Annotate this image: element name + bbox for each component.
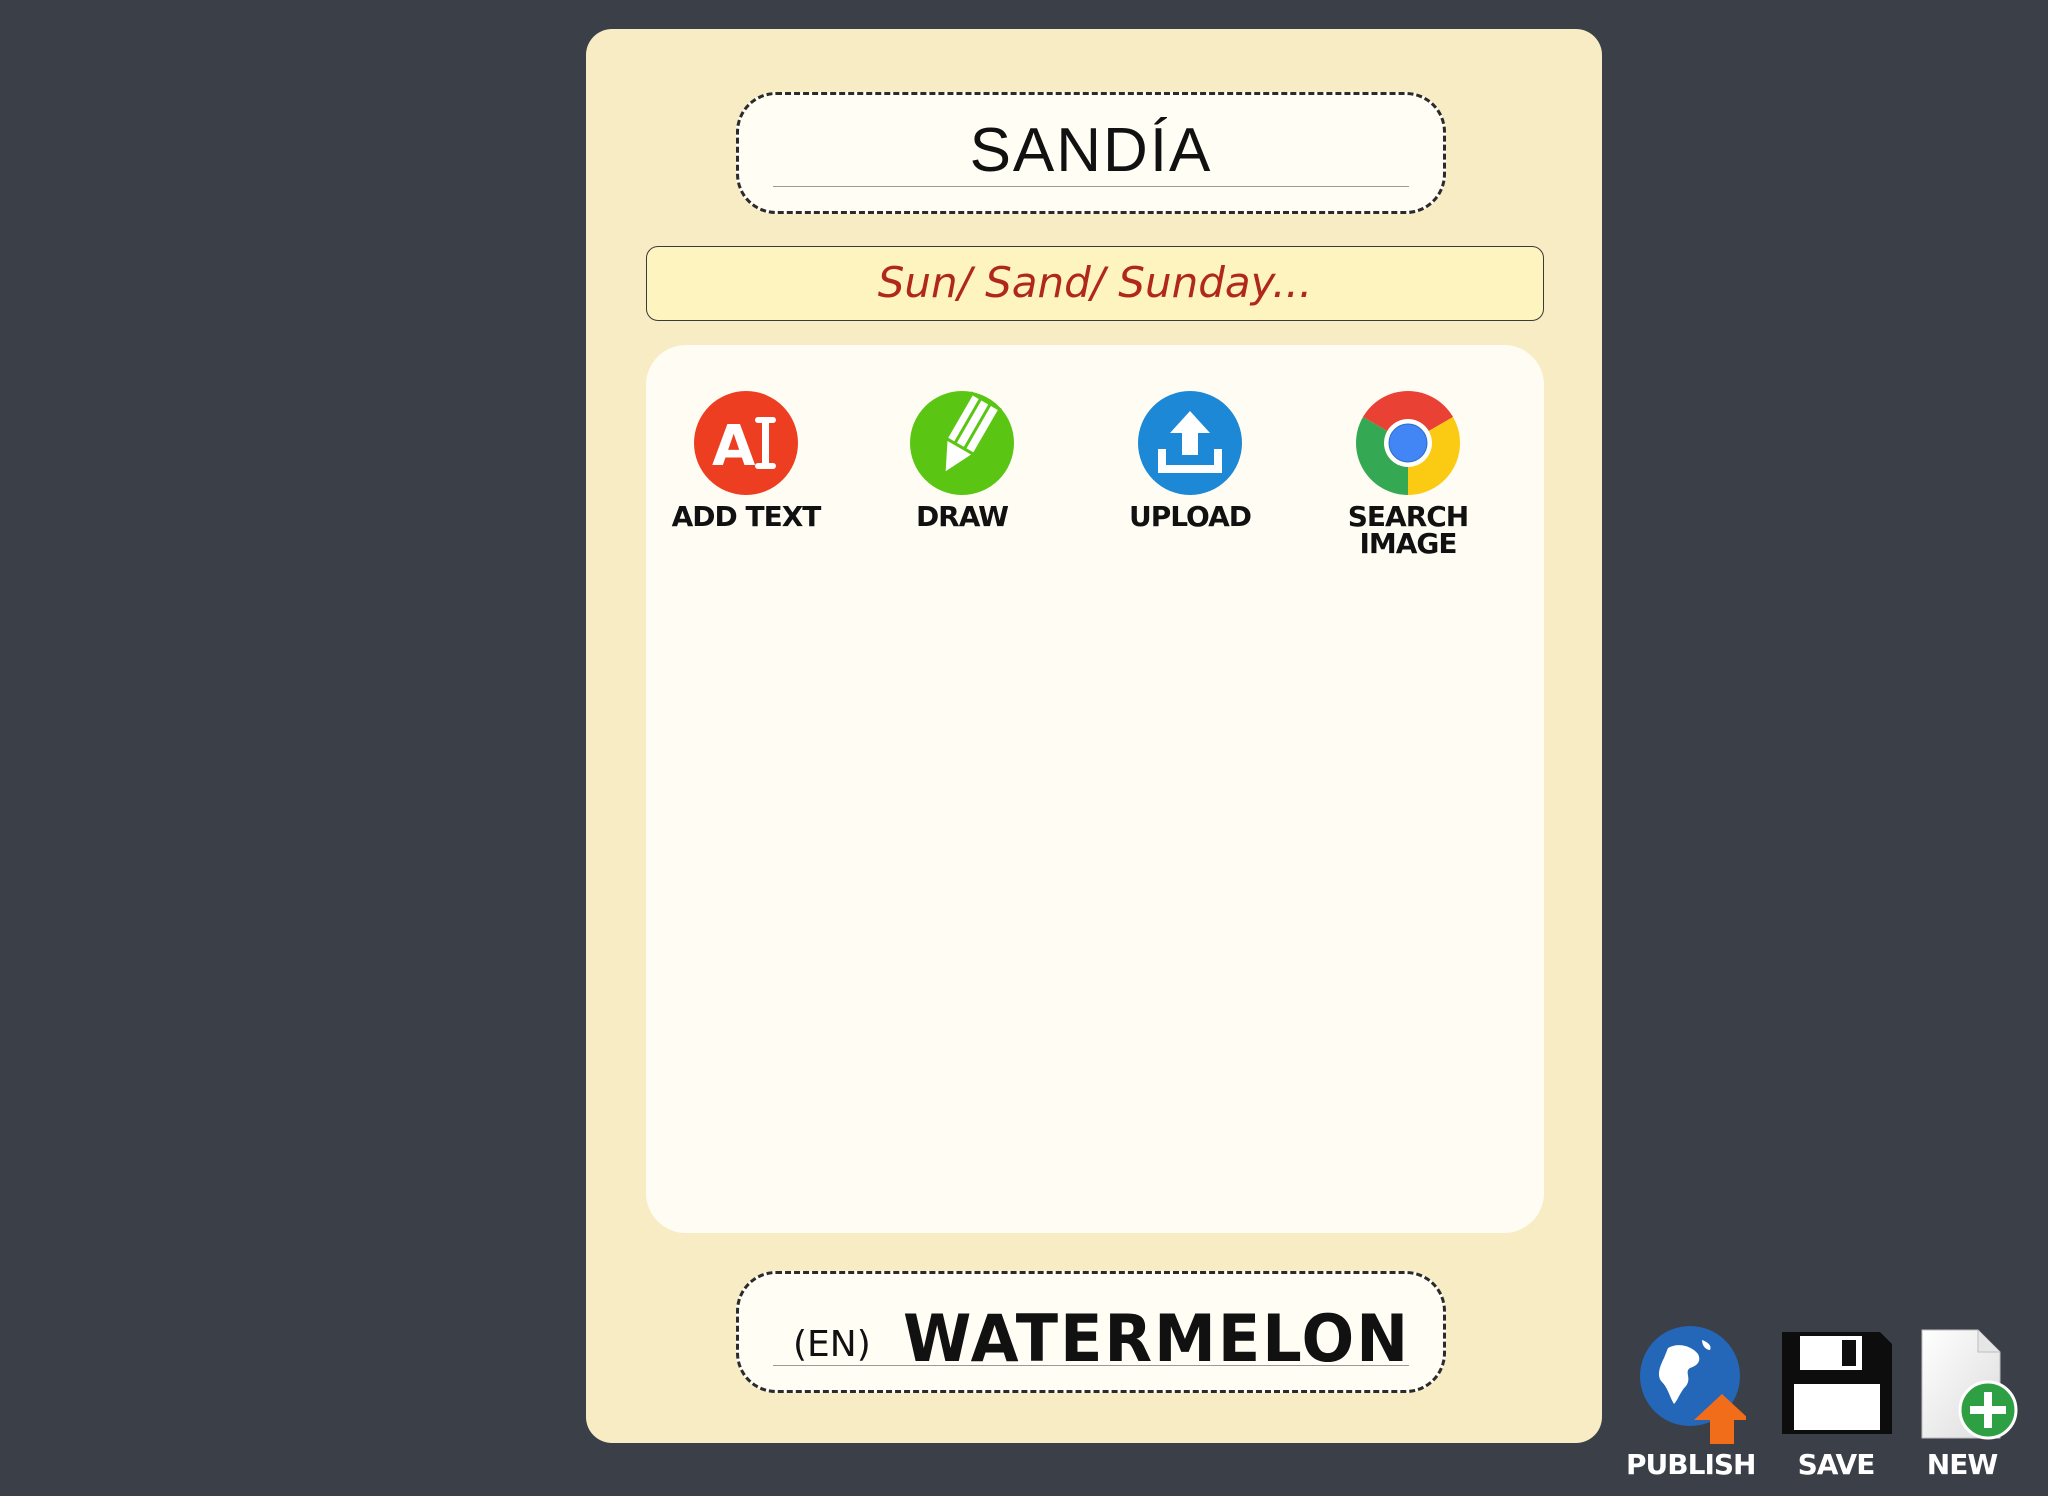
floppy-disk-icon: [1776, 1326, 1896, 1446]
hint-field[interactable]: Sun/ Sand/ Sunday...: [646, 246, 1544, 321]
flashcard: SANDÍA Sun/ Sand/ Sunday... A ADD TEXT D…: [586, 29, 1602, 1443]
svg-text:A: A: [712, 414, 756, 479]
canvas-area[interactable]: A ADD TEXT DRAW UPLOAD SEARCH IMAGE: [646, 345, 1544, 1233]
new-button[interactable]: NEW: [1906, 1326, 2018, 1481]
upload-label: UPLOAD: [1128, 500, 1252, 533]
publish-button[interactable]: PUBLISH: [1626, 1326, 1756, 1481]
search-image-label: SEARCH IMAGE: [1347, 500, 1470, 560]
new-label: NEW: [1926, 1448, 1998, 1481]
word-field[interactable]: SANDÍA: [736, 92, 1446, 214]
add-text-button[interactable]: A ADD TEXT: [666, 389, 826, 533]
language-code: (EN): [793, 1324, 871, 1365]
publish-icon: [1626, 1326, 1750, 1446]
add-text-icon: A: [692, 389, 800, 497]
new-document-icon: [1906, 1326, 2018, 1446]
translation-field[interactable]: (EN) WATERMELON: [736, 1271, 1446, 1393]
publish-label: PUBLISH: [1626, 1448, 1756, 1481]
save-label: SAVE: [1797, 1448, 1876, 1481]
draw-label: DRAW: [915, 500, 1009, 533]
translation-underline: [773, 1365, 1409, 1366]
draw-button[interactable]: DRAW: [882, 389, 1042, 533]
chrome-icon: [1354, 389, 1462, 497]
pencil-icon: [908, 389, 1016, 497]
search-image-button[interactable]: SEARCH IMAGE: [1328, 389, 1488, 560]
save-button[interactable]: SAVE: [1776, 1326, 1896, 1481]
word-text: SANDÍA: [969, 116, 1213, 185]
word-underline: [773, 186, 1409, 187]
upload-button[interactable]: UPLOAD: [1110, 389, 1270, 533]
upload-icon: [1136, 389, 1244, 497]
add-text-label: ADD TEXT: [671, 500, 822, 533]
